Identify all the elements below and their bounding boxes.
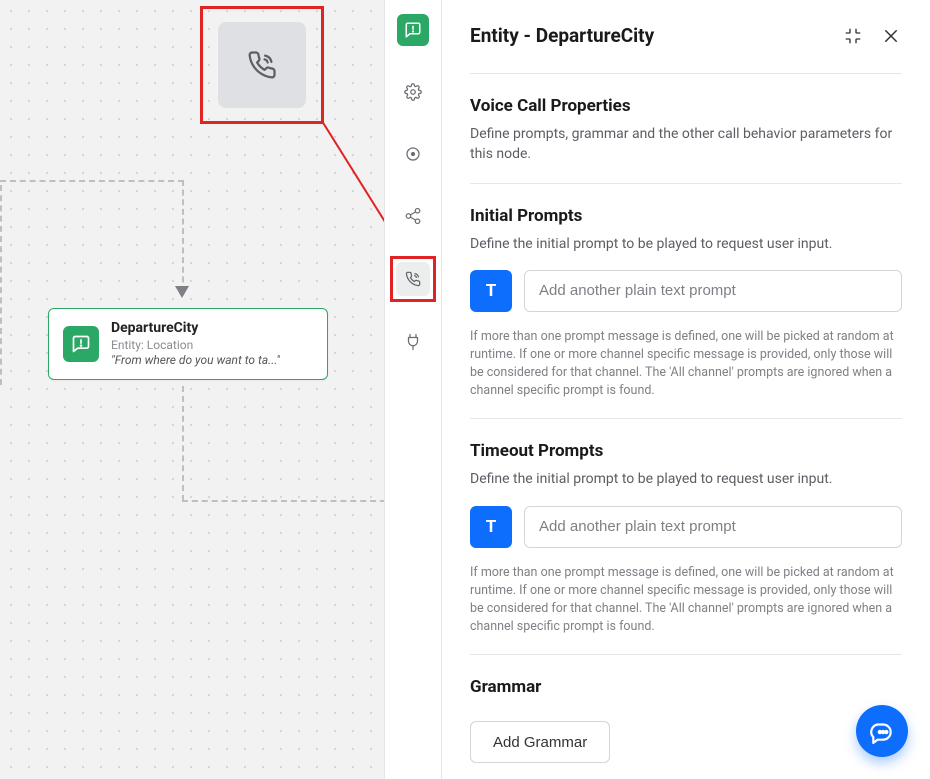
voice-channel-tile[interactable] xyxy=(218,22,306,108)
properties-panel: Entity - DepartureCity Voice Call Proper… xyxy=(442,0,930,779)
rail-tab-record[interactable] xyxy=(397,138,429,170)
section-description: Define the initial prompt to be played t… xyxy=(470,469,902,489)
collapse-icon[interactable] xyxy=(842,25,864,47)
timeout-prompt-input[interactable] xyxy=(524,506,902,548)
panel-title: Entity - DepartureCity xyxy=(470,24,826,47)
text-prompt-type-button[interactable]: T xyxy=(470,270,512,312)
section-hint: If more than one prompt message is defin… xyxy=(470,328,902,401)
node-prompt-preview: "From where do you want to ta..." xyxy=(111,353,280,367)
voice-call-section: Voice Call Properties Define prompts, gr… xyxy=(470,73,902,183)
initial-prompt-input[interactable] xyxy=(524,270,902,312)
rail-tab-dialog[interactable] xyxy=(397,14,429,46)
text-prompt-type-button[interactable]: T xyxy=(470,506,512,548)
connector-line xyxy=(182,180,184,292)
chat-launcher-button[interactable] xyxy=(856,705,908,757)
connector-line xyxy=(0,185,2,385)
rail-tab-share[interactable] xyxy=(397,200,429,232)
connector-line xyxy=(182,386,184,501)
rail-tab-settings[interactable] xyxy=(397,76,429,108)
connector-line xyxy=(182,500,386,502)
dialog-icon xyxy=(63,326,99,362)
grammar-section: Grammar Add Grammar xyxy=(470,654,902,779)
callout-connector xyxy=(321,120,391,230)
add-grammar-button[interactable]: Add Grammar xyxy=(470,721,610,763)
close-icon[interactable] xyxy=(880,25,902,47)
node-title: DepartureCity xyxy=(111,320,280,337)
section-description: Define the initial prompt to be played t… xyxy=(470,234,902,254)
connector-line xyxy=(0,180,184,182)
section-hint: If more than one prompt message is defin… xyxy=(470,564,902,637)
initial-prompts-section: Initial Prompts Define the initial promp… xyxy=(470,183,902,419)
flow-canvas[interactable]: DepartureCity Entity: Location "From whe… xyxy=(0,0,384,779)
node-subtitle: Entity: Location xyxy=(111,338,280,352)
arrow-down-icon xyxy=(175,286,189,298)
section-title: Voice Call Properties xyxy=(470,96,902,116)
section-title: Timeout Prompts xyxy=(470,441,902,461)
voice-target-highlight xyxy=(390,256,436,302)
section-title: Initial Prompts xyxy=(470,206,902,226)
entity-node-card[interactable]: DepartureCity Entity: Location "From whe… xyxy=(48,308,328,380)
rail-tab-integrations[interactable] xyxy=(397,326,429,358)
section-title: Grammar xyxy=(470,677,902,697)
panel-tab-rail xyxy=(384,0,442,779)
timeout-prompts-section: Timeout Prompts Define the initial promp… xyxy=(470,418,902,654)
section-description: Define prompts, grammar and the other ca… xyxy=(470,124,902,165)
